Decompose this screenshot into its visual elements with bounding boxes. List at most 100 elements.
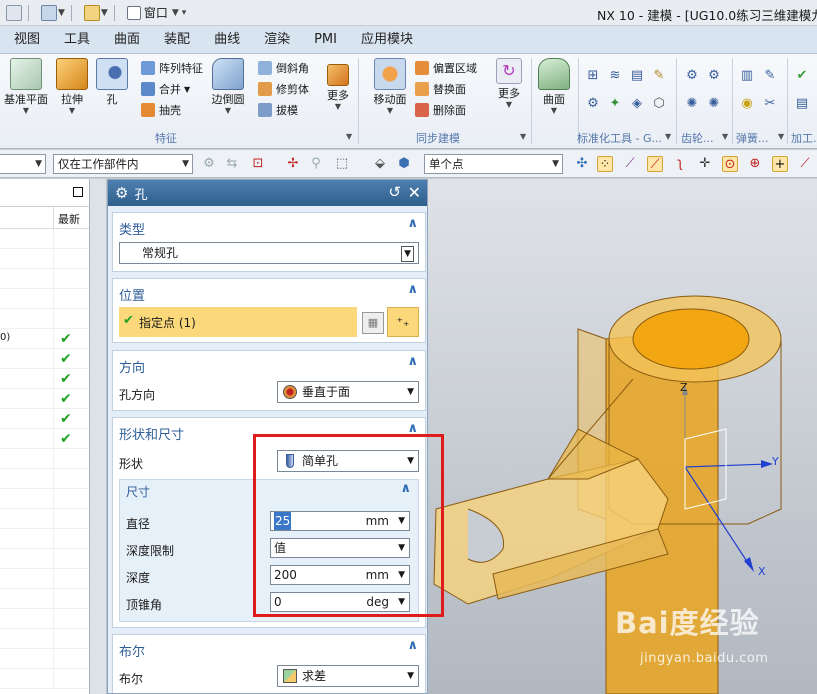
machining-tool-icon[interactable]: ▤ <box>794 96 810 112</box>
table-row[interactable] <box>0 569 89 589</box>
table-row[interactable] <box>0 309 89 329</box>
hole-type-dropdown[interactable]: 常规孔 ▼ <box>119 242 419 264</box>
table-row[interactable] <box>0 629 89 649</box>
table-row[interactable] <box>0 229 89 249</box>
tab-curve[interactable]: 曲线 <box>202 26 252 54</box>
std-tool-icon[interactable]: ⚙ <box>585 96 601 112</box>
chevron-down-icon[interactable]: ▼ <box>184 85 190 94</box>
table-row[interactable]: ✔ <box>0 369 89 389</box>
tab-render[interactable]: 渲染 <box>252 26 302 54</box>
chevron-down-icon[interactable]: ▼ <box>665 132 671 141</box>
table-row[interactable]: 0) ✔ <box>0 329 89 349</box>
table-row[interactable] <box>0 269 89 289</box>
dialog-title-bar[interactable]: ⚙ 孔 ↺ ✕ <box>108 180 427 206</box>
table-row[interactable] <box>0 289 89 309</box>
std-tool-icon[interactable]: ⊞ <box>585 68 601 84</box>
snap-quadrant-icon[interactable]: ⊕ <box>747 156 763 172</box>
snap-control-point-icon[interactable]: ʅ <box>672 156 688 172</box>
std-tool-icon[interactable]: ✎ <box>651 68 667 84</box>
specify-point-row[interactable]: ✔ 指定点 (1) <box>119 307 357 337</box>
spring-tool-icon[interactable]: ◉ <box>739 96 755 112</box>
chevron-up-icon[interactable]: ∧ <box>407 638 418 653</box>
snap-arc-center-icon[interactable]: ⊙ <box>722 156 738 172</box>
gear-icon[interactable]: ⚙ <box>115 184 128 202</box>
unite-button[interactable]: 合并 ▼ <box>141 79 190 99</box>
undo-icon[interactable] <box>41 4 57 21</box>
table-row[interactable] <box>0 529 89 549</box>
sketch-section-icon[interactable]: ▦ <box>362 312 384 334</box>
spring-tool-icon[interactable]: ✎ <box>762 68 778 84</box>
select-box-icon[interactable]: ⬚ <box>334 156 350 172</box>
spring-tool-icon[interactable]: ✂ <box>762 96 778 112</box>
filter-tool-icon[interactable]: ✢ <box>285 156 301 172</box>
table-row[interactable] <box>0 649 89 669</box>
chevron-down-icon[interactable]: ▼ <box>172 8 179 18</box>
snap-end-point-icon[interactable]: ⟋ <box>622 156 638 172</box>
tab-surface[interactable]: 曲面 <box>102 26 152 54</box>
chevron-down-icon[interactable]: ▾ <box>182 8 187 18</box>
chevron-down-icon[interactable]: ▼ <box>58 8 65 18</box>
reset-icon[interactable]: ↺ <box>388 183 401 201</box>
filter-tool-icon[interactable]: ⚲ <box>308 156 324 172</box>
snap-intersection-icon[interactable]: ✛ <box>697 156 713 172</box>
chevron-down-icon[interactable]: ▼ <box>722 132 728 141</box>
table-row[interactable] <box>0 589 89 609</box>
close-icon[interactable]: ✕ <box>408 183 421 202</box>
move-face-button[interactable]: 移动面 ▼ <box>364 58 416 115</box>
chamfer-button[interactable]: 倒斜角 <box>258 58 309 78</box>
surface-button[interactable]: 曲面 ▼ <box>528 58 580 115</box>
type-filter-dropdown[interactable]: ▼ <box>0 154 46 174</box>
filter-tool-icon[interactable]: ⚙ <box>201 156 217 172</box>
gear-tool-icon[interactable]: ✺ <box>684 96 700 112</box>
snap-mid-point-icon[interactable]: ⟋ <box>647 156 663 172</box>
draft-button[interactable]: 拔模 <box>258 100 298 120</box>
snap-existing-point-icon[interactable]: ⁘ <box>597 156 613 172</box>
table-row[interactable] <box>0 549 89 569</box>
tab-pmi[interactable]: PMI <box>302 26 349 54</box>
filter-tool-icon[interactable]: ⬢ <box>396 156 412 172</box>
table-row[interactable]: ✔ <box>0 349 89 369</box>
filter-tool-icon[interactable]: ⊡ <box>250 156 266 172</box>
std-tool-icon[interactable]: ✦ <box>607 96 623 112</box>
direction-section-header[interactable]: 方向 ∧ <box>113 351 425 377</box>
filter-tool-icon[interactable]: ⬙ <box>372 156 388 172</box>
table-row[interactable] <box>0 509 89 529</box>
edge-blend-button[interactable]: 边倒圆 ▼ <box>202 58 254 115</box>
point-dialog-icon[interactable]: ⁺₊ <box>387 307 419 337</box>
table-row[interactable]: ✔ <box>0 409 89 429</box>
std-tool-icon[interactable]: ◈ <box>629 96 645 112</box>
trim-body-button[interactable]: 修剪体 <box>258 79 309 99</box>
table-row[interactable]: ✔ <box>0 389 89 409</box>
chevron-down-icon[interactable]: ▼ <box>520 132 526 141</box>
snap-point-on-face-icon[interactable]: + <box>772 156 788 172</box>
location-section-header[interactable]: 位置 ∧ <box>113 279 425 305</box>
gear-tool-icon[interactable]: ⚙ <box>684 68 700 84</box>
chevron-down-icon[interactable]: ▼ <box>346 132 352 141</box>
datum-plane-button[interactable]: 基准平面 ▼ <box>0 58 52 115</box>
table-row[interactable] <box>0 449 89 469</box>
window-menu-label[interactable]: 窗口 <box>144 4 168 21</box>
offset-region-button[interactable]: 偏置区域 <box>415 58 477 78</box>
scope-filter-dropdown[interactable]: 仅在工作部件内 ▼ <box>53 154 193 174</box>
replace-face-button[interactable]: 替换面 <box>415 79 466 99</box>
table-row[interactable] <box>0 249 89 269</box>
snap-toggle-icon[interactable]: ✣ <box>574 156 590 172</box>
window-icon[interactable] <box>126 5 141 20</box>
type-section-header[interactable]: 类型 ∧ <box>113 213 425 239</box>
hole-direction-dropdown[interactable]: 垂直于面 ▼ <box>277 381 419 403</box>
chevron-up-icon[interactable]: ∧ <box>407 282 418 297</box>
pattern-feature-button[interactable]: 阵列特征 <box>141 58 203 78</box>
table-row[interactable] <box>0 609 89 629</box>
tab-assembly[interactable]: 装配 <box>152 26 202 54</box>
gear-tool-icon[interactable]: ⚙ <box>706 68 722 84</box>
std-tool-icon[interactable]: ⬡ <box>651 96 667 112</box>
machining-tool-icon[interactable]: ✔ <box>794 68 810 84</box>
table-row[interactable] <box>0 469 89 489</box>
more-features-button[interactable]: 更多 ▼ <box>312 58 364 111</box>
boolean-dropdown[interactable]: 求差 ▼ <box>277 665 419 687</box>
save-icon[interactable] <box>6 4 22 21</box>
chevron-down-icon[interactable]: ▼ <box>101 8 108 18</box>
maximize-icon[interactable] <box>73 187 83 197</box>
column-latest-label[interactable]: 最新 <box>58 211 80 227</box>
std-tool-icon[interactable]: ≋ <box>607 68 623 84</box>
